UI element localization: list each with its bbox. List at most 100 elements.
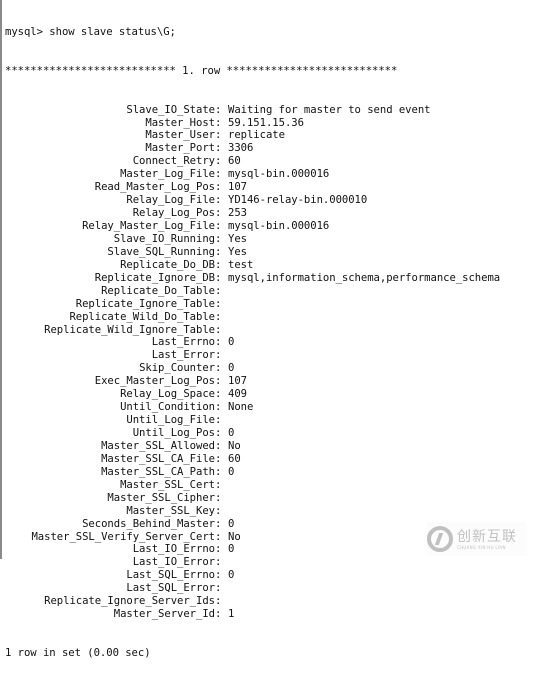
field-value: 0 — [228, 336, 235, 349]
field-separator: : — [215, 388, 222, 401]
field-separator: : — [215, 142, 222, 155]
field-key: Replicate_Ignore_Server_Ids — [44, 595, 215, 608]
field-key: Slave_SQL_Running — [107, 245, 215, 258]
status-field-row: Relay_Log_Pos:253 — [5, 207, 535, 220]
status-field-row: Until_Condition: None — [5, 401, 535, 414]
field-value: 0 — [228, 517, 235, 530]
field-separator: : — [215, 517, 222, 530]
field-separator: : — [215, 375, 222, 388]
field-key: Connect_Retry — [132, 155, 215, 168]
field-key: Replicate_Do_DB — [120, 258, 215, 271]
field-separator: : — [215, 103, 222, 116]
field-separator: : — [215, 414, 222, 427]
field-separator: : — [215, 116, 222, 129]
field-value: 107 — [228, 375, 247, 388]
field-value: 1 — [228, 608, 235, 621]
field-key: Replicate_Do_Table — [101, 284, 215, 297]
field-value: YD146-relay-bin.000010 — [228, 194, 368, 207]
status-field-row: Master_Server_Id:1 — [5, 608, 535, 621]
field-separator: : — [215, 349, 222, 362]
field-separator: : — [215, 530, 222, 543]
status-field-row: Until_Log_File: — [5, 414, 535, 427]
field-key: Relay_Log_File — [126, 194, 215, 207]
field-key: Last_SQL_Error — [126, 582, 215, 595]
field-value: Yes — [228, 232, 247, 245]
field-separator: : — [215, 582, 222, 595]
status-field-row: Last_Errno:0 — [5, 336, 535, 349]
field-key: Master_SSL_Cert — [120, 478, 215, 491]
terminal-window[interactable]: mysql> show slave status\G; ************… — [0, 0, 535, 659]
status-field-row: Relay_Master_Log_File: mysql-bin.000016 — [5, 220, 535, 233]
field-key: Master_SSL_Verify_Server_Cert — [31, 530, 215, 543]
field-key: Replicate_Ignore_DB — [94, 271, 215, 284]
field-separator: : — [215, 168, 222, 181]
field-key: Master_Server_Id — [113, 608, 215, 621]
field-key: Slave_IO_State — [126, 103, 215, 116]
field-separator: : — [215, 543, 222, 556]
status-field-row: Exec_Master_Log_Pos:107 — [5, 375, 535, 388]
field-separator: : — [215, 181, 222, 194]
field-separator: : — [215, 271, 222, 284]
field-key: Last_Errno — [151, 336, 215, 349]
status-field-row: Last_Error: — [5, 349, 535, 362]
status-field-row: Master_SSL_CA_File:60 — [5, 453, 535, 466]
field-separator: : — [215, 491, 222, 504]
field-key: Last_IO_Errno — [132, 543, 215, 556]
status-field-row: Master_SSL_Cert: — [5, 479, 535, 492]
field-separator: : — [215, 284, 222, 297]
field-separator: : — [215, 207, 222, 220]
field-key: Until_Condition — [120, 401, 215, 414]
watermark-text-cn: 创新互联 — [457, 528, 517, 545]
field-key: Replicate_Wild_Do_Table — [69, 310, 215, 323]
field-value: 0 — [228, 543, 235, 556]
field-separator: : — [215, 478, 222, 491]
field-value: 253 — [228, 207, 247, 220]
status-field-row: Replicate_Do_Table: — [5, 285, 535, 298]
field-value: Waiting for master to send event — [228, 103, 431, 116]
field-separator: : — [215, 336, 222, 349]
field-separator: : — [215, 465, 222, 478]
field-separator: : — [215, 258, 222, 271]
status-field-row: Last_SQL_Error: — [5, 582, 535, 595]
field-key: Master_User — [145, 129, 215, 142]
field-value: 107 — [228, 181, 247, 194]
brand-logo-icon — [427, 526, 453, 552]
field-separator: : — [215, 232, 222, 245]
field-separator: : — [215, 556, 222, 569]
field-separator: : — [215, 504, 222, 517]
field-key: Read_Master_Log_Pos — [94, 181, 215, 194]
field-key: Slave_IO_Running — [113, 232, 215, 245]
field-separator: : — [215, 595, 222, 608]
field-value: Yes — [228, 245, 247, 258]
status-field-row: Master_SSL_CA_Path:0 — [5, 466, 535, 479]
field-value: 60 — [228, 155, 241, 168]
field-key: Exec_Master_Log_Pos — [94, 375, 215, 388]
field-key: Last_IO_Error — [132, 556, 215, 569]
field-value: 0 — [228, 569, 235, 582]
field-separator: : — [215, 401, 222, 414]
field-key: Master_SSL_Allowed — [101, 439, 215, 452]
field-value: mysql-bin.000016 — [228, 220, 330, 233]
field-key: Relay_Master_Log_File — [82, 220, 215, 233]
status-field-row: Replicate_Do_DB: test — [5, 259, 535, 272]
status-field-row: Replicate_Ignore_DB: mysql,information_sc… — [5, 272, 535, 285]
result-footer: 1 row in set (0.00 sec) — [5, 647, 151, 659]
field-separator: : — [215, 439, 222, 452]
field-key: Master_Port — [145, 142, 215, 155]
field-key: Seconds_Behind_Master — [82, 517, 215, 530]
status-field-row: Replicate_Ignore_Table: — [5, 298, 535, 311]
field-separator: : — [215, 155, 222, 168]
field-value: 3306 — [228, 142, 254, 155]
field-separator: : — [215, 129, 222, 142]
status-field-row: Master_Host:59.151.15.36 — [5, 117, 535, 130]
field-value: 0 — [228, 465, 235, 478]
field-separator: : — [215, 323, 222, 336]
field-key: Master_SSL_CA_File — [101, 452, 215, 465]
command-line: mysql> show slave status\G; — [5, 25, 176, 38]
status-field-row: Relay_Log_File: YD146-relay-bin.000010 — [5, 194, 535, 207]
status-field-row: Master_SSL_Allowed: No — [5, 440, 535, 453]
field-value: mysql,information_schema,performance_sch… — [228, 271, 501, 284]
status-field-row: Master_SSL_Cipher: — [5, 492, 535, 505]
field-key: Last_SQL_Errno — [126, 569, 215, 582]
field-value: 0 — [228, 362, 235, 375]
